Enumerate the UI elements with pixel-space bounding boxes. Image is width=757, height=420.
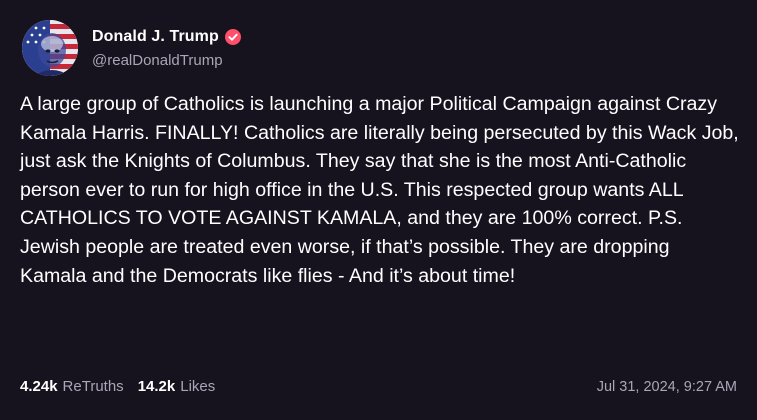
likes-count: 14.2k <box>137 378 176 395</box>
retruths-label: ReTruths <box>62 378 124 395</box>
post-timestamp[interactable]: Jul 31, 2024, 9:27 AM <box>597 379 737 395</box>
avatar[interactable] <box>22 20 78 76</box>
post-footer: 4.24k ReTruths 14.2k Likes Jul 31, 2024,… <box>20 378 737 395</box>
author-handle[interactable]: @realDonaldTrump <box>92 52 241 69</box>
likes-stat[interactable]: 14.2k Likes <box>138 378 216 395</box>
display-name[interactable]: Donald J. Trump <box>92 28 219 46</box>
likes-label: Likes <box>180 378 216 395</box>
author-info: Donald J. Trump @realDonaldTrump <box>92 28 241 69</box>
avatar-flag-portrait-icon <box>22 20 78 76</box>
post-header: Donald J. Trump @realDonaldTrump <box>22 20 241 76</box>
post-text: A large group of Catholics is launching … <box>20 93 739 287</box>
retruths-count: 4.24k <box>20 378 58 395</box>
name-row: Donald J. Trump <box>92 28 241 46</box>
post-card: Donald J. Trump @realDonaldTrump A large… <box>0 0 757 420</box>
retruths-stat[interactable]: 4.24k ReTruths <box>20 378 124 395</box>
verified-badge-icon <box>224 28 241 45</box>
